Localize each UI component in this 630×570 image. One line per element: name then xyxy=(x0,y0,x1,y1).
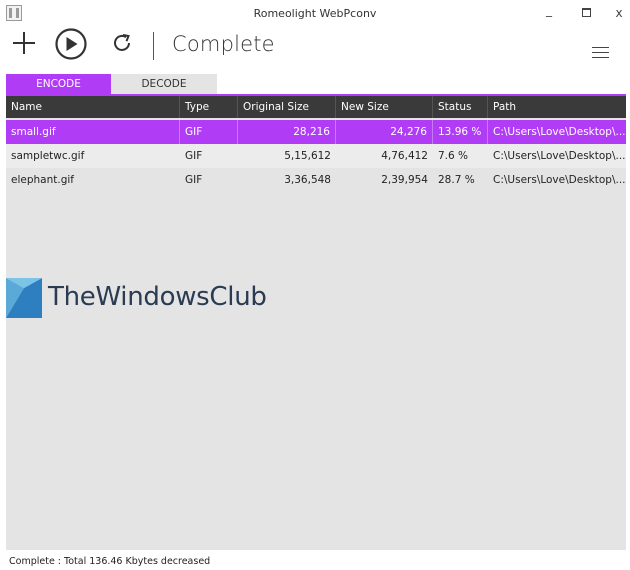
table-row[interactable]: elephant.gif GIF 3,36,548 2,39,954 28.7 … xyxy=(6,168,626,192)
cell-status: 28.7 % xyxy=(438,174,475,186)
cell-name: elephant.gif xyxy=(11,174,74,186)
table-row[interactable]: sampletwc.gif GIF 5,15,612 4,76,412 7.6 … xyxy=(6,144,626,168)
cell-original-size: 3,36,548 xyxy=(284,174,331,186)
table-header: Name Type Original Size New Size Status … xyxy=(6,96,626,118)
column-header-original-size[interactable]: Original Size xyxy=(238,96,336,118)
cell-new-size: 4,76,412 xyxy=(381,150,428,162)
cell-original-size: 5,15,612 xyxy=(284,150,331,162)
add-button[interactable] xyxy=(13,32,35,54)
cell-type: GIF xyxy=(185,174,203,186)
close-button[interactable]: x xyxy=(611,6,627,20)
cell-name: sampletwc.gif xyxy=(11,150,85,162)
cell-type: GIF xyxy=(180,120,238,144)
file-table: Name Type Original Size New Size Status … xyxy=(6,96,626,550)
cell-path: C:\Users\Love\Desktop\... xyxy=(493,126,626,138)
play-circle-icon xyxy=(55,28,87,60)
column-header-new-size[interactable]: New Size xyxy=(336,96,433,118)
cell-type: GIF xyxy=(185,150,203,162)
cell-original-size: 28,216 xyxy=(238,120,336,144)
cell-path: C:\Users\Love\Desktop\... xyxy=(493,150,626,162)
cell-new-size: 24,276 xyxy=(336,120,433,144)
column-header-path[interactable]: Path xyxy=(488,96,626,118)
maximize-button[interactable] xyxy=(578,6,594,20)
column-header-type[interactable]: Type xyxy=(180,96,238,118)
cell-new-size: 2,39,954 xyxy=(381,174,428,186)
window-title: Romeolight WebPconv xyxy=(253,7,377,20)
conversion-status-title: Complete xyxy=(172,32,275,56)
toolbar-separator xyxy=(153,32,154,60)
watermark-text: TheWindowsClub xyxy=(48,282,267,312)
cell-status: 7.6 % xyxy=(438,150,469,162)
toolbar: Complete xyxy=(0,28,630,68)
cell-name: small.gif xyxy=(6,120,180,144)
table-row[interactable]: small.gif GIF 28,216 24,276 13.96 % C:\U… xyxy=(6,120,626,144)
status-bar: Complete : Total 136.46 Kbytes decreased xyxy=(0,550,630,570)
hamburger-menu-icon[interactable] xyxy=(592,47,609,59)
cell-path: C:\Users\Love\Desktop\... xyxy=(493,174,626,186)
refresh-icon xyxy=(114,34,130,51)
minimize-button[interactable]: _ xyxy=(541,3,557,17)
tab-encode[interactable]: ENCODE xyxy=(6,74,111,94)
tab-decode[interactable]: DECODE xyxy=(111,74,217,94)
cell-status: 13.96 % xyxy=(433,120,488,144)
watermark: TheWindowsClub xyxy=(6,278,306,328)
status-bar-text: Complete : Total 136.46 Kbytes decreased xyxy=(9,556,211,567)
maximize-icon xyxy=(581,8,591,17)
start-conversion-button[interactable] xyxy=(53,26,89,62)
column-header-name[interactable]: Name xyxy=(6,96,180,118)
title-bar: Romeolight WebPconv _ x xyxy=(0,0,630,28)
refresh-button[interactable] xyxy=(110,31,134,55)
column-header-status[interactable]: Status xyxy=(433,96,488,118)
watermark-logo-icon xyxy=(6,278,42,318)
